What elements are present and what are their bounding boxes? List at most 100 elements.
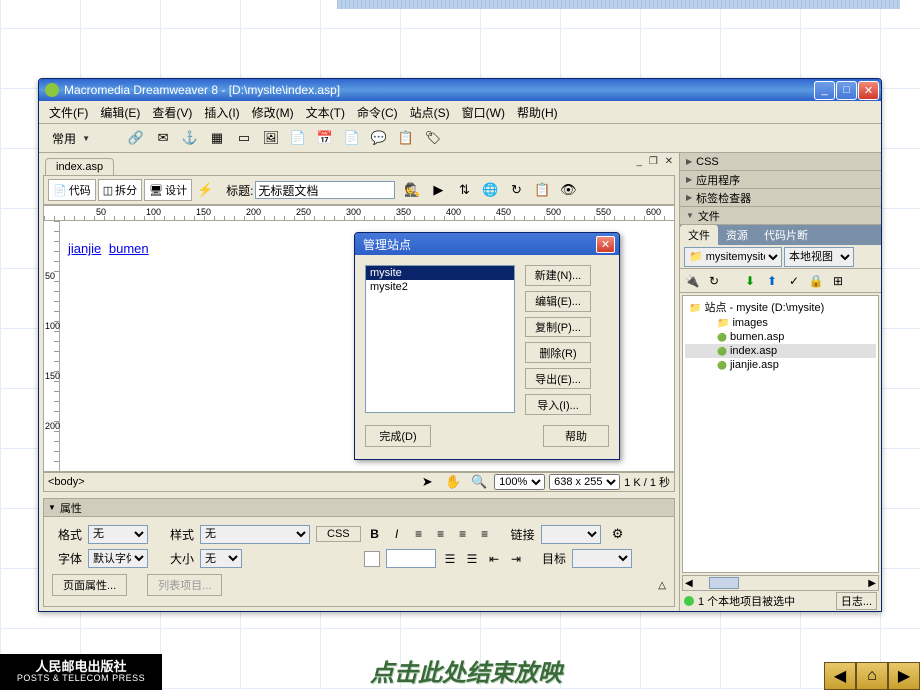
duplicate-site-button[interactable]: 复制(P)... bbox=[525, 317, 591, 338]
font-select[interactable]: 默认字体 bbox=[88, 549, 148, 568]
link-jianjie[interactable]: jianjie bbox=[68, 241, 101, 256]
zoom-icon[interactable]: 🔍 bbox=[468, 471, 490, 493]
validate-icon[interactable]: ▶ bbox=[427, 179, 449, 201]
doc-close-icon[interactable]: ✕ bbox=[665, 156, 675, 167]
tag-chooser-icon[interactable]: 🏷 bbox=[422, 127, 444, 149]
put-icon[interactable]: ⬆ bbox=[764, 273, 780, 289]
view-dropdown[interactable]: 本地视图 bbox=[784, 247, 854, 267]
site-root-folder[interactable]: 站点 - mysite (D:\mysite) bbox=[685, 298, 876, 316]
ul-icon[interactable]: ☰ bbox=[442, 552, 458, 566]
menu-help[interactable]: 帮助(H) bbox=[511, 102, 564, 123]
file-jianjie[interactable]: jianjie.asp bbox=[685, 358, 876, 372]
tag-selector[interactable]: <body> bbox=[48, 476, 85, 488]
align-center-icon[interactable]: ≡ bbox=[433, 527, 449, 541]
tag-inspector-panel-header[interactable]: 标签检查器 bbox=[680, 189, 881, 207]
doc-minimize-icon[interactable]: _ bbox=[637, 156, 645, 167]
zoom-select[interactable]: 100% bbox=[494, 474, 545, 490]
checkin-icon[interactable]: 🔒 bbox=[808, 273, 824, 289]
import-site-button[interactable]: 导入(I)... bbox=[525, 394, 591, 415]
done-button[interactable]: 完成(D) bbox=[365, 425, 431, 447]
title-input[interactable] bbox=[255, 181, 395, 199]
format-select[interactable]: 无 bbox=[88, 525, 148, 544]
div-icon[interactable]: ▭ bbox=[233, 127, 255, 149]
italic-button[interactable]: I bbox=[389, 527, 405, 541]
refresh-files-icon[interactable]: ↻ bbox=[706, 273, 722, 289]
files-tab-files[interactable]: 文件 bbox=[680, 225, 718, 245]
site-list[interactable]: mysite mysite2 bbox=[365, 265, 515, 413]
page-properties-button[interactable]: 页面属性... bbox=[52, 574, 127, 596]
properties-header[interactable]: 属性 bbox=[44, 499, 674, 517]
menu-insert[interactable]: 插入(I) bbox=[198, 102, 245, 123]
link-bumen[interactable]: bumen bbox=[109, 241, 149, 256]
menu-text[interactable]: 文本(T) bbox=[300, 102, 351, 123]
file-index[interactable]: index.asp bbox=[685, 344, 876, 358]
checkout-icon[interactable]: ✓ bbox=[786, 273, 802, 289]
menu-edit[interactable]: 编辑(E) bbox=[94, 102, 146, 123]
indent-icon[interactable]: ⇥ bbox=[508, 552, 524, 566]
color-swatch[interactable] bbox=[364, 551, 380, 567]
site-item-mysite[interactable]: mysite bbox=[366, 266, 514, 280]
menu-modify[interactable]: 修改(M) bbox=[246, 102, 300, 123]
site-item-mysite2[interactable]: mysite2 bbox=[366, 280, 514, 294]
menu-file[interactable]: 文件(F) bbox=[43, 102, 94, 123]
visual-aids-icon[interactable]: 👁 bbox=[557, 179, 579, 201]
help-button[interactable]: 帮助 bbox=[543, 425, 609, 447]
log-button[interactable]: 日志... bbox=[836, 592, 877, 610]
files-hscroll[interactable] bbox=[682, 575, 879, 591]
bold-button[interactable]: B bbox=[367, 527, 383, 541]
menu-window[interactable]: 窗口(W) bbox=[456, 102, 511, 123]
files-tab-assets[interactable]: 资源 bbox=[718, 225, 756, 245]
edit-site-button[interactable]: 编辑(E)... bbox=[525, 291, 591, 312]
export-site-button[interactable]: 导出(E)... bbox=[525, 368, 591, 389]
refresh-icon[interactable]: ↻ bbox=[505, 179, 527, 201]
file-bumen[interactable]: bumen.asp bbox=[685, 330, 876, 344]
minimize-button[interactable]: _ bbox=[814, 81, 835, 100]
align-justify-icon[interactable]: ≡ bbox=[477, 527, 493, 541]
target-select[interactable] bbox=[572, 549, 632, 568]
dialog-close-button[interactable]: ✕ bbox=[596, 236, 615, 253]
new-site-button[interactable]: 新建(N)... bbox=[525, 265, 591, 286]
css-button[interactable]: CSS bbox=[316, 526, 361, 542]
hand-icon[interactable]: ✋ bbox=[442, 471, 464, 493]
folder-images[interactable]: images bbox=[685, 316, 876, 330]
image-icon[interactable]: 🖼 bbox=[260, 127, 282, 149]
templates-icon[interactable]: 📋 bbox=[395, 127, 417, 149]
server-include-icon[interactable]: 📄 bbox=[341, 127, 363, 149]
style-select[interactable]: 无 bbox=[200, 525, 310, 544]
insert-category-dropdown[interactable]: 常用 bbox=[43, 127, 95, 150]
files-tab-snippets[interactable]: 代码片断 bbox=[756, 225, 816, 245]
expand-icon[interactable]: ⊞ bbox=[830, 273, 846, 289]
file-mgmt-icon[interactable]: ⇅ bbox=[453, 179, 475, 201]
align-left-icon[interactable]: ≡ bbox=[411, 527, 427, 541]
collapse-icon[interactable]: △ bbox=[658, 580, 666, 591]
home-button[interactable]: ⌂ bbox=[856, 662, 888, 690]
window-size-select[interactable]: 638 x 255 bbox=[549, 474, 620, 490]
remove-site-button[interactable]: 删除(R) bbox=[525, 342, 591, 363]
table-icon[interactable]: ▦ bbox=[206, 127, 228, 149]
document-tab[interactable]: index.asp bbox=[45, 158, 114, 175]
date-icon[interactable]: 📅 bbox=[314, 127, 336, 149]
maximize-button[interactable]: □ bbox=[836, 81, 857, 100]
menu-site[interactable]: 站点(S) bbox=[404, 102, 456, 123]
close-button[interactable]: ✕ bbox=[858, 81, 879, 100]
menu-view[interactable]: 查看(V) bbox=[146, 102, 198, 123]
pointer-icon[interactable]: ➤ bbox=[416, 471, 438, 493]
split-view-button[interactable]: ◫拆分 bbox=[98, 179, 142, 201]
preview-icon[interactable]: 🌐 bbox=[479, 179, 501, 201]
comment-icon[interactable]: 💬 bbox=[368, 127, 390, 149]
css-panel-header[interactable]: CSS bbox=[680, 153, 881, 171]
align-right-icon[interactable]: ≡ bbox=[455, 527, 471, 541]
end-slideshow-text[interactable]: 点击此处结束放映 bbox=[370, 653, 562, 688]
get-icon[interactable]: ⬇ bbox=[742, 273, 758, 289]
site-dropdown[interactable]: 📁 mysitemysite bbox=[684, 247, 782, 267]
application-panel-header[interactable]: 应用程序 bbox=[680, 171, 881, 189]
color-input[interactable] bbox=[386, 549, 436, 568]
ol-icon[interactable]: ☰ bbox=[464, 552, 480, 566]
view-options-icon[interactable]: 📋 bbox=[531, 179, 553, 201]
connect-icon[interactable]: 🔌 bbox=[684, 273, 700, 289]
menu-commands[interactable]: 命令(C) bbox=[351, 102, 404, 123]
files-panel-header[interactable]: 文件 bbox=[680, 207, 881, 225]
outdent-icon[interactable]: ⇤ bbox=[486, 552, 502, 566]
link-select[interactable] bbox=[541, 525, 601, 544]
named-anchor-icon[interactable]: ⚓ bbox=[179, 127, 201, 149]
